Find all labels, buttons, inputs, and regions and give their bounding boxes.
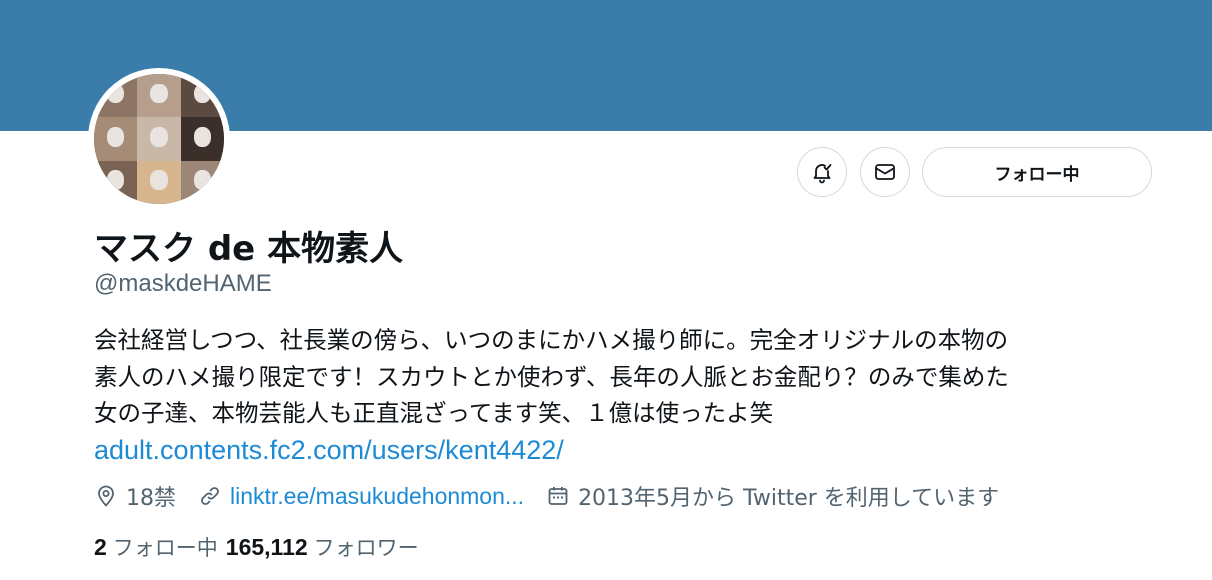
profile-bio: 会社経営しつつ、社長業の傍ら、いつのまにかハメ撮り師に。完全オリジナルの本物の … [94,322,1174,468]
bell-check-icon [813,164,832,184]
location-item: 18禁 [94,480,176,512]
display-name: マスク de 本物素人 [94,229,404,269]
bio-line: 会社経営しつつ、社長業の傍ら、いつのまにかハメ撮り師に。完全オリジナルの本物の [94,326,1009,354]
joined-item: 2013年5月から Twitter を利用しています [546,480,999,512]
avatar-image [94,74,224,204]
notifications-button[interactable] [797,147,847,197]
following-button[interactable]: フォロー中 [922,147,1152,197]
message-button[interactable] [860,147,910,197]
mail-icon [875,164,895,180]
followers-count: 165,112 [225,534,308,560]
location-pin-icon [98,485,114,507]
bio-line: 女の子達、本物芸能人も正直混ざってます笑、１億は使ったよ笑 [94,399,774,427]
website-link[interactable]: linktr.ee/masukudehonmon... [230,483,524,510]
following-label: フォロー中 [112,536,218,560]
bio-link[interactable]: adult.contents.fc2.com/users/kent4422/ [94,432,1174,469]
calendar-icon [548,487,568,505]
link-icon [201,487,219,505]
location-text: 18禁 [126,486,176,511]
joined-text: 2013年5月から Twitter を利用しています [578,486,1000,511]
website-item: linktr.ee/masukudehonmon... [198,483,524,510]
followers-label: フォロワー [313,536,419,560]
profile-meta: 18禁 linktr.ee/masukudehonmon... 2013年5月か… [94,480,1021,512]
profile-avatar[interactable] [88,68,230,210]
followers-stat[interactable]: 165,112 フォロワー [226,532,419,562]
following-count: 2 [94,534,107,560]
bio-line: 素人のハメ撮り限定です！スカウトとか使わず、長年の人脈とお金配り？のみで集めた [94,362,1009,391]
user-handle: @maskdeHAME [94,270,272,297]
profile-stats: 2 フォロー中 165,112 フォロワー [94,532,427,562]
following-stat[interactable]: 2 フォロー中 [94,532,218,562]
